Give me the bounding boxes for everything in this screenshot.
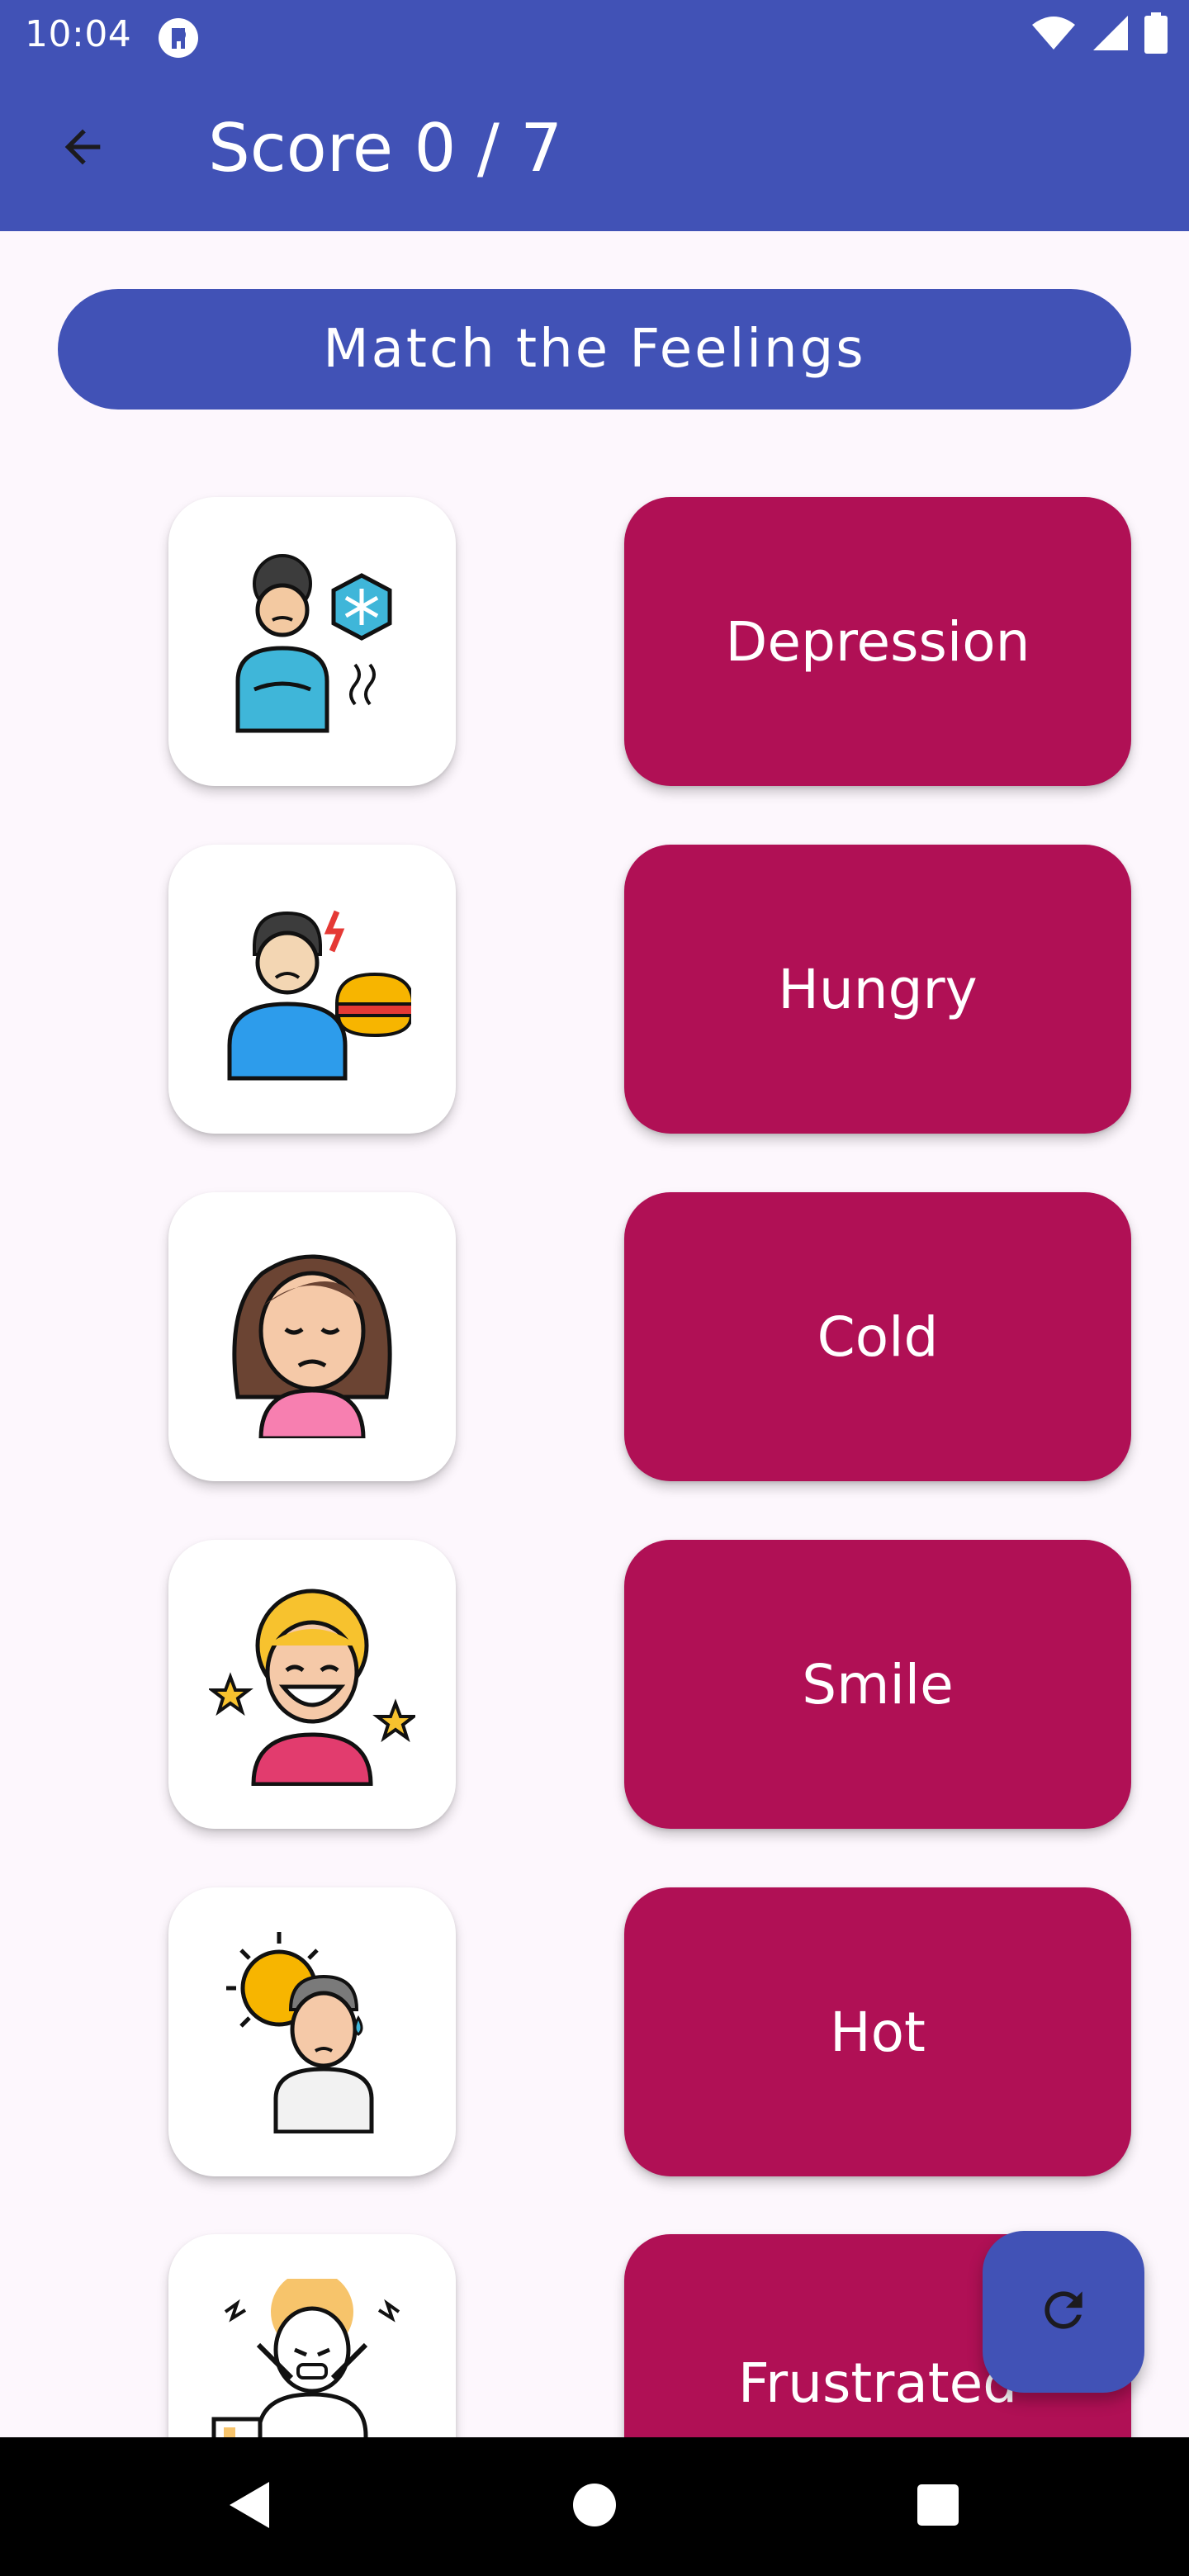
signal-icon: [1092, 14, 1130, 55]
match-row: Hot: [0, 1887, 1189, 2176]
back-triangle-icon: [225, 2479, 274, 2535]
feeling-word-card[interactable]: Hungry: [624, 845, 1131, 1134]
battery-icon: [1144, 12, 1168, 57]
feeling-image-card[interactable]: [168, 845, 456, 1134]
app-bar: 10:04 Score 0 / 7: [0, 0, 1189, 231]
nav-back-button[interactable]: [208, 2465, 291, 2548]
nav-recents-button[interactable]: [897, 2465, 979, 2548]
score-title: Score 0 / 7: [208, 110, 563, 187]
cold-person-icon: [213, 541, 411, 742]
home-circle-icon: [571, 2482, 618, 2531]
status-icons: [1030, 12, 1168, 57]
back-button[interactable]: [40, 106, 126, 192]
match-row: Depression: [0, 497, 1189, 786]
match-row: Smile: [0, 1540, 1189, 1829]
match-row: Cold: [0, 1192, 1189, 1481]
status-time: 10:04: [25, 13, 132, 55]
refresh-icon: [1035, 2282, 1092, 2342]
feeling-word-card[interactable]: Depression: [624, 497, 1131, 786]
feeling-image-card[interactable]: [168, 497, 456, 786]
match-row: Hungry: [0, 845, 1189, 1134]
match-feelings-header: Match the Feelings: [58, 289, 1131, 410]
hungry-person-icon: [213, 888, 415, 1090]
wifi-icon: [1030, 15, 1077, 54]
feeling-image-card[interactable]: [168, 1192, 456, 1481]
sad-girl-icon: [213, 1232, 411, 1442]
refresh-button[interactable]: [983, 2231, 1144, 2393]
feeling-word-card[interactable]: Hot: [624, 1887, 1131, 2176]
feeling-word-card[interactable]: Cold: [624, 1192, 1131, 1481]
system-nav-bar: [0, 2437, 1189, 2576]
arrow-left-icon: [56, 121, 109, 177]
feeling-word-card[interactable]: Smile: [624, 1540, 1131, 1829]
feeling-image-card[interactable]: [168, 1540, 456, 1829]
app-notification-icon: [157, 17, 200, 59]
hot-person-icon: [213, 1927, 411, 2137]
smiling-person-icon: [207, 1579, 419, 1789]
nav-home-button[interactable]: [553, 2465, 636, 2548]
feeling-image-card[interactable]: [168, 1887, 456, 2176]
recents-square-icon: [916, 2483, 960, 2531]
status-bar: 10:04: [0, 0, 1189, 69]
